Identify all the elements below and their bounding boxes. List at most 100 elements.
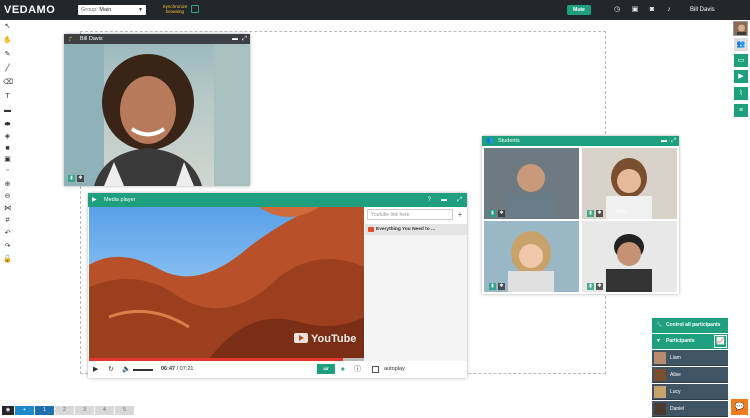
teacher-video-panel[interactable]: 🎓 Bill Davis ▬ ⤢ ▮ ✱ [64,34,250,186]
play-icon[interactable]: ▶ [93,365,98,374]
student-controls: ▮ ✱ [587,210,603,217]
student-tile[interactable]: ▮ ✱ [484,221,579,292]
mic-icon[interactable]: ▮ [489,283,496,290]
size-icon[interactable]: ▫ [3,166,12,175]
save-icon[interactable]: ▣ [631,6,639,14]
minimize-icon[interactable]: ▬ [661,136,667,146]
students-panel-header[interactable]: 👥 Students ▬ ⤢ [482,136,679,146]
student-tile[interactable]: ▮ ✱ Alise [582,148,677,219]
page-tab-2[interactable]: 2 [55,406,74,415]
eye-icon[interactable]: ◉ [2,406,14,415]
grid-icon[interactable]: # [3,216,12,225]
chat-icon[interactable]: 💬 [731,399,748,415]
youtube-watermark: YouTube [311,333,356,345]
share-icon[interactable]: ⋈ [3,204,12,213]
page-tab-1[interactable]: 1 [35,406,54,415]
settings-icon[interactable]: ✱ [596,210,603,217]
youtube-link-input[interactable]: Youtube link here [367,209,453,220]
students-panel[interactable]: 👥 Students ▬ ⤢ ▮ ✱ ▮ ✱ Alise ▮ ✱ ▮ ✱ [482,136,679,294]
page-tab-5[interactable]: 5 [115,406,134,415]
lock-icon[interactable]: 🔓 [3,255,12,264]
settings-icon[interactable]: ✱ [498,283,505,290]
external-link-icon[interactable] [191,5,199,13]
current-time: 06:47 [161,366,176,372]
play-icon[interactable]: ▶ [734,70,748,83]
stroke-color-icon[interactable]: ▣ [3,155,12,164]
replay-icon[interactable]: ↻ [108,365,114,374]
mute-button[interactable]: Mute [567,5,591,15]
synchronize-browsing-toggle[interactable]: Synchronize browsing [162,4,188,14]
color-black-icon[interactable]: ■ [3,144,12,153]
settings-icon[interactable]: ✱ [77,175,84,182]
page-tab-4[interactable]: 4 [95,406,114,415]
mic-icon[interactable]: ▮ [489,210,496,217]
add-page-button[interactable]: + [15,406,34,415]
page-tab-3[interactable]: 3 [75,406,94,415]
mic-icon[interactable]: ▮ [587,210,594,217]
teacher-panel-header[interactable]: 🎓 Bill Davis ▬ ⤢ [64,34,250,44]
add-icon[interactable]: + [455,209,465,220]
fill-icon[interactable]: ◈ [3,132,12,141]
list-icon[interactable]: ≡ [734,104,748,117]
chat-bubble-icon[interactable]: ▭ [734,54,748,67]
cursor-icon[interactable]: ↖ [3,22,12,31]
rectangle-icon[interactable]: ▬ [3,106,12,115]
control-all-button[interactable]: 🔧 Control all participants [652,318,728,333]
chart-icon[interactable]: 📈 [714,335,727,348]
student-tile[interactable]: ▮ ✱ [582,221,677,292]
record-icon[interactable]: ◙ [648,6,656,14]
help-icon[interactable]: ? [428,193,431,207]
media-player-header[interactable]: ▶ Media player ? ▬ ⤢ [88,193,467,207]
paperclip-icon[interactable]: ⌇ [734,87,748,100]
autoplay-checkbox[interactable] [372,366,379,373]
volume-slider[interactable] [133,369,153,371]
volume-icon[interactable]: 🔈 [122,365,131,374]
eraser-icon[interactable]: ⌫ [3,78,13,87]
mic-icon[interactable]: ▮ [587,283,594,290]
student-name: Alise [616,209,627,215]
expand-icon[interactable]: ⤢ [457,193,462,207]
user-name[interactable]: Bill Davis [690,0,715,20]
bell-icon[interactable]: ♪ [665,6,673,14]
leaf-icon[interactable]: ♠ [341,365,345,374]
pen-icon[interactable]: ✎ [3,50,12,59]
chevron-down-icon: ▼ [138,7,143,13]
users-icon[interactable]: 👥 [734,38,748,51]
participant-row[interactable]: Alise [652,367,728,383]
expand-icon[interactable]: ⤢ [671,136,676,146]
participant-row[interactable]: Lucy [652,384,728,400]
group-select[interactable]: Group: Main ▼ [78,5,146,15]
minimize-icon[interactable]: ▬ [441,193,447,207]
student-tile[interactable]: ▮ ✱ [484,148,579,219]
settings-icon[interactable]: ✱ [596,283,603,290]
self-avatar[interactable] [733,21,748,36]
play-icon: ▶ [92,197,97,203]
playlist-item[interactable]: Everything You Need to ... [365,224,467,235]
mic-icon[interactable]: ▮ [68,175,75,182]
clock-icon[interactable]: ◷ [613,6,621,14]
undo-icon[interactable]: ↶ [3,229,12,238]
participant-row[interactable]: Liam [652,350,728,366]
collapse-icon[interactable]: ▼ [656,334,661,349]
zoom-in-icon[interactable]: ⊕ [3,180,12,189]
time-display: 06:47 / 07:21 [161,365,193,374]
wrench-icon: 🔧 [656,322,663,328]
students-grid: ▮ ✱ ▮ ✱ Alise ▮ ✱ ▮ ✱ [484,148,677,292]
hand-icon[interactable]: ✋ [3,36,12,45]
info-icon[interactable]: ⓘ [354,365,361,374]
line-icon[interactable]: ╱ [3,64,12,73]
air-button[interactable]: air [317,364,335,374]
ellipse-icon[interactable]: ⬬ [3,120,12,129]
zoom-out-icon[interactable]: ⊖ [3,192,12,201]
playlist [365,235,467,361]
minimize-icon[interactable]: ▬ [232,34,238,44]
participant-row[interactable]: Daniel [652,401,728,417]
redo-icon[interactable]: ↷ [3,242,12,251]
cap-icon: 🎓 [68,36,76,42]
group-icon: 👥 [486,138,494,144]
participants-header[interactable]: ▼ Participants 📈 [652,334,728,349]
media-video[interactable]: YouTube [89,207,364,359]
settings-icon[interactable]: ✱ [498,210,505,217]
expand-icon[interactable]: ⤢ [242,34,247,44]
text-icon[interactable]: T [3,92,12,101]
